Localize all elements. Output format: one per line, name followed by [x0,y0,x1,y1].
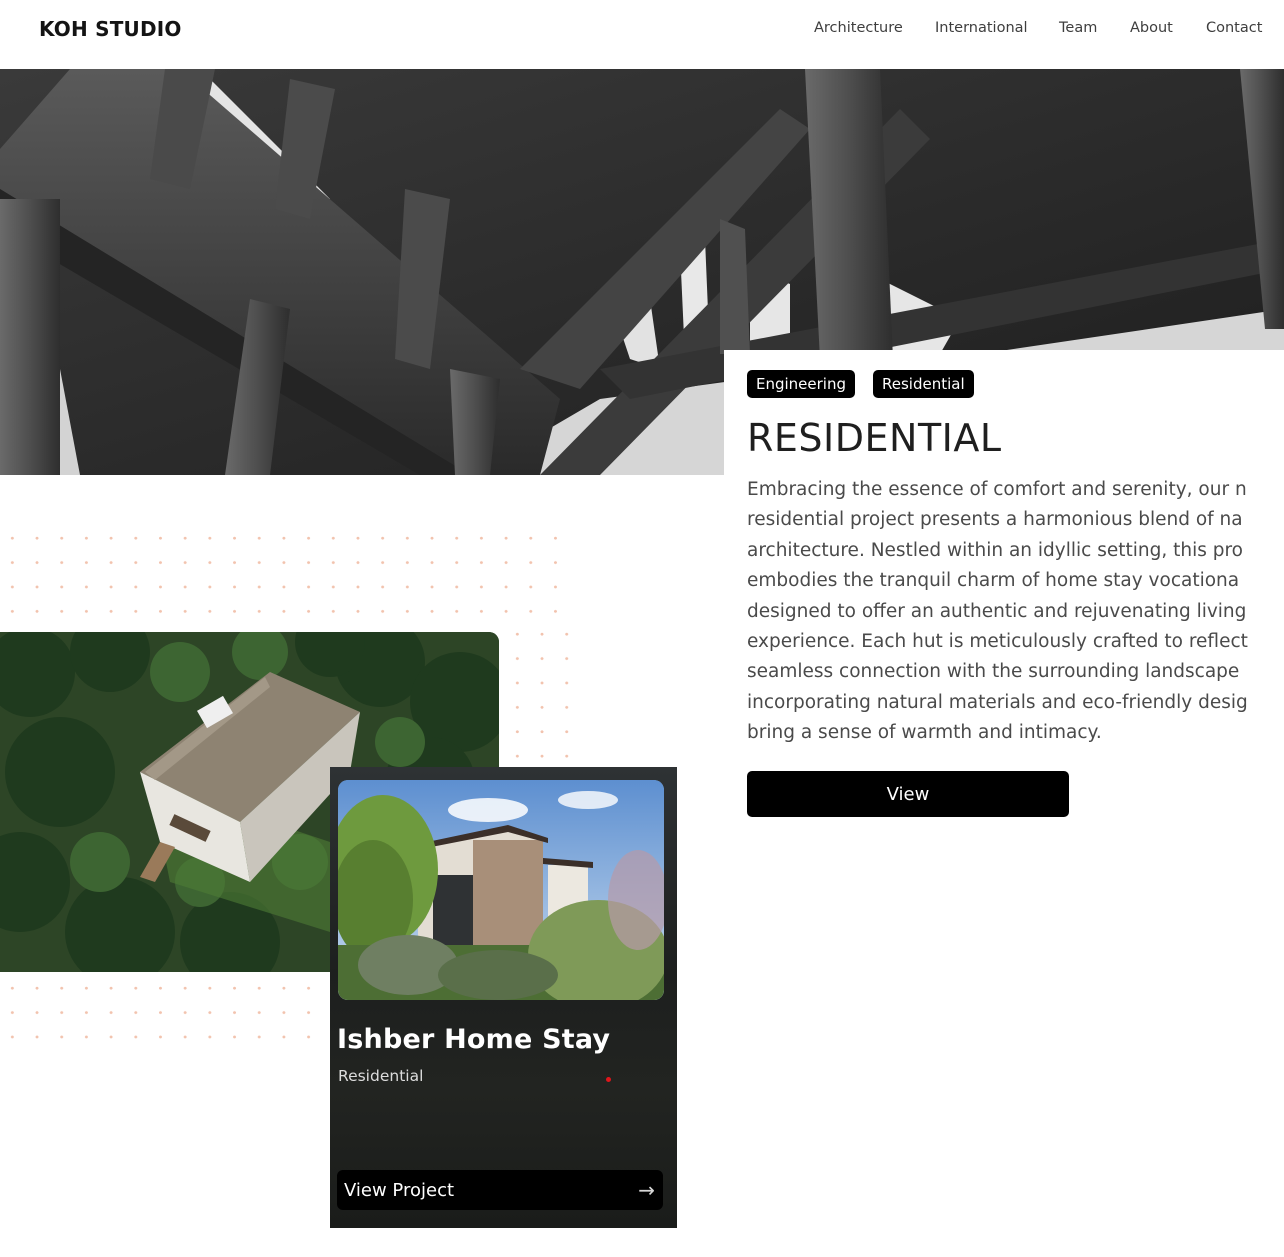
description-line: residential project presents a harmoniou… [747,509,1243,531]
description-line: Embracing the essence of comfort and ser… [747,479,1247,500]
card-title: Ishber Home Stay [337,1024,611,1055]
description-line: bring a sense of warmth and intimacy. [747,722,1102,744]
nav-about[interactable]: About [1130,20,1173,36]
description-line: architecture. Nestled within an idyllic … [747,539,1243,561]
main-nav: Architecture International Team About Co… [0,20,1284,40]
dot-pattern-bottom [0,976,330,1051]
view-project-label: View Project [344,1179,455,1201]
nav-team[interactable]: Team [1059,20,1097,36]
description-line: incorporating natural materials and eco-… [747,691,1248,713]
view-project-button[interactable]: View Project → [337,1170,663,1210]
page: KOH STUDIO Architecture International Te… [0,0,1284,1257]
arrow-right-icon: → [638,1178,655,1202]
section-title: RESIDENTIAL [747,416,1002,460]
dot-pattern-side [505,622,577,772]
dot-pattern-top [0,526,577,626]
site-header: KOH STUDIO Architecture International Te… [0,0,1284,69]
tag-residential[interactable]: Residential [873,370,974,398]
card-house-image [338,780,664,1000]
description-line: designed to offer an authentic and rejuv… [747,600,1247,622]
nav-international[interactable]: International [935,20,1028,36]
house-render-illustration [338,780,664,1000]
red-marker-dot [606,1077,611,1082]
project-card[interactable]: Ishber Home Stay Residential View Projec… [330,767,677,1228]
project-info-panel: Engineering Residential RESIDENTIAL Embr… [724,350,1284,840]
card-category: Residential [338,1067,424,1085]
description-line: embodies the tranquil charm of home stay… [747,570,1240,592]
nav-contact[interactable]: Contact [1206,20,1262,36]
description-line: seamless connection with the surrounding… [747,661,1240,683]
description-line: experience. Each hut is meticulously cra… [747,631,1248,653]
view-button[interactable]: View [747,771,1069,817]
nav-architecture[interactable]: Architecture [814,20,903,36]
project-description: Embracing the essence of comfort and ser… [747,475,1284,749]
tag-engineering[interactable]: Engineering [747,370,855,398]
